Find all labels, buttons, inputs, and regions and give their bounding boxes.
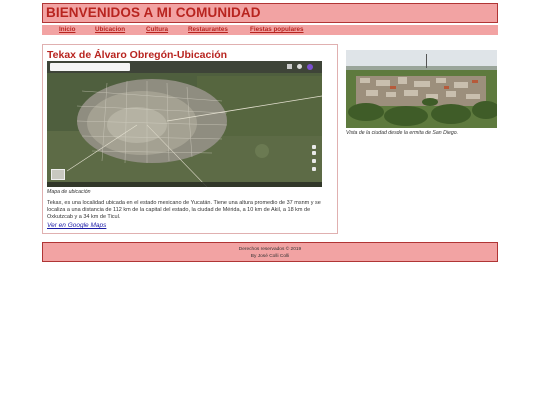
description-text: Tekax, es una localidad ubicada en el es…	[47, 200, 321, 220]
map-search-bar	[47, 61, 322, 73]
nav-link-inicio[interactable]: Inicio	[59, 25, 75, 35]
map-compass-icon[interactable]	[312, 167, 316, 171]
map-settings-icon[interactable]	[297, 64, 302, 69]
map-apps-icon[interactable]	[287, 64, 292, 69]
site-header: BIENVENIDOS A MI COMUNIDAD	[42, 3, 498, 23]
nav-link-cultura[interactable]: Cultura	[146, 25, 168, 35]
map-attribution-bar	[47, 182, 322, 187]
map-embed[interactable]	[47, 61, 322, 187]
nav-link-ubicacion[interactable]: Ubicacion	[95, 25, 125, 35]
location-card: Tekax de Álvaro Obregón-Ubicación Mapa d…	[42, 44, 338, 234]
google-maps-link[interactable]: Ver en Google Maps	[47, 222, 106, 229]
map-zoom-in-icon[interactable]	[312, 145, 316, 149]
city-view-photo	[346, 50, 497, 128]
nav-link-fiestas-populares[interactable]: Fiestas populares	[250, 25, 304, 35]
site-title: BIENVENIDOS A MI COMUNIDAD	[46, 5, 261, 20]
satellite-map-image	[47, 61, 322, 187]
map-zoom-out-icon[interactable]	[312, 151, 316, 155]
nav-link-restaurantes[interactable]: Restaurantes	[188, 25, 228, 35]
city-view-image	[346, 50, 497, 128]
author-text: By José Colli Colli	[250, 254, 290, 259]
photo-caption: Vista de la ciudad desde la ermita de Sa…	[346, 130, 459, 136]
main-nav: Inicio Ubicacion Cultura Restaurantes Fi…	[42, 25, 498, 35]
map-pegman-icon[interactable]	[312, 159, 316, 163]
map-search-input[interactable]	[50, 63, 130, 71]
copyright-text: Derechos reservados © 2019	[238, 247, 302, 252]
map-caption: Mapa de ubicación	[47, 189, 91, 195]
page-title: Tekax de Álvaro Obregón-Ubicación	[47, 49, 228, 61]
site-footer: Derechos reservados © 2019 By José Colli…	[42, 242, 498, 262]
map-profile-icon[interactable]	[307, 64, 313, 70]
map-layer-toggle[interactable]	[51, 169, 65, 180]
